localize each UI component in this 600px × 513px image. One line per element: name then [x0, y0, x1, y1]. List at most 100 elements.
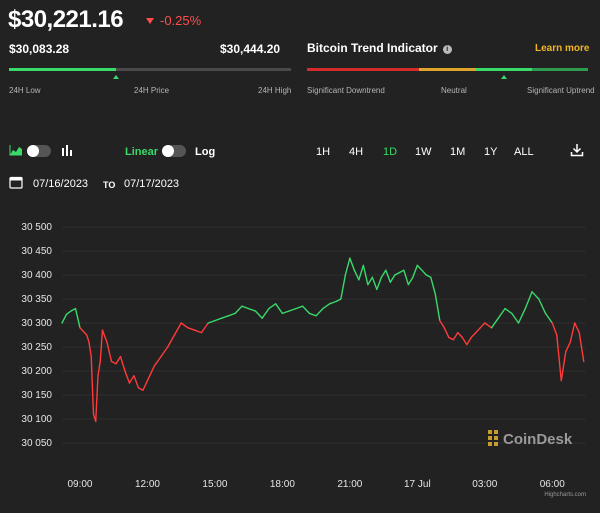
series-segment [74, 307, 79, 319]
series-segment [110, 360, 117, 365]
timeframe-1w[interactable]: 1W [415, 146, 432, 158]
linear-scale-label[interactable]: Linear [125, 146, 158, 158]
down-arrow-icon [146, 18, 154, 24]
price-chart[interactable]: 30 500 30 450 30 400 30 350 30 300 30 250 30 2… [0, 210, 600, 513]
x-tick-label: 09:00 [67, 479, 92, 490]
series-segment [412, 264, 419, 279]
series-segment [70, 307, 77, 312]
y-tick-label: 30 050 [21, 438, 52, 449]
trend-segment-neutral [419, 68, 476, 71]
date-to[interactable]: 07/17/2023 [124, 178, 179, 190]
trend-segment-downtrend [307, 68, 419, 71]
series-segment [349, 257, 356, 271]
range-price-marker [113, 75, 120, 79]
y-tick-label: 30 450 [21, 246, 52, 257]
series-segment [560, 351, 567, 382]
y-tick-label: 30 500 [21, 222, 52, 233]
trend-level-marker [500, 75, 507, 79]
x-tick-label: 18:00 [270, 479, 295, 490]
trend-indicator-title-text: Bitcoin Trend Indicator [307, 41, 438, 55]
series-segment [200, 322, 209, 334]
series-segment [308, 312, 317, 317]
series-segment [101, 329, 108, 343]
series-segment [443, 327, 450, 339]
series-segment [367, 276, 374, 286]
price-series [61, 257, 585, 423]
trend-right-label: Significant Uptrend [527, 86, 595, 95]
series-segment [569, 322, 576, 343]
series-segment [407, 276, 414, 286]
highcharts-credit[interactable]: Highcharts.com [544, 492, 586, 498]
series-segment [88, 341, 92, 358]
series-segment [119, 355, 126, 372]
series-segment [430, 276, 437, 295]
trend-left-label: Significant Downtrend [307, 86, 385, 95]
series-segment [371, 276, 378, 291]
series-segment [416, 264, 423, 271]
range-low-label: 24H Low [9, 86, 41, 95]
gridlines [62, 226, 586, 444]
x-tick-label: 03:00 [472, 479, 497, 490]
series-segment [106, 341, 113, 363]
series-segment [288, 307, 297, 312]
chart-type-toggle[interactable] [27, 145, 51, 157]
timeframe-1m[interactable]: 1M [450, 146, 465, 158]
series-segment [452, 331, 459, 341]
series-segment [227, 312, 236, 317]
series-segment [166, 334, 176, 348]
x-axis-ticks: 09:00 12:00 15:00 18:00 21:00 17 Jul 03:00 06:0… [67, 479, 565, 490]
date-from[interactable]: 07/16/2023 [33, 178, 88, 190]
timeframe-1d[interactable]: 1D [383, 146, 397, 158]
series-segment [538, 298, 547, 315]
series-segment [479, 322, 486, 329]
series-segment [220, 315, 230, 319]
series-segment [475, 327, 482, 334]
log-scale-label[interactable]: Log [195, 146, 215, 158]
series-segment [466, 336, 473, 346]
bar-chart-icon[interactable] [61, 143, 73, 161]
series-segment [234, 305, 243, 315]
trend-mid-label: Neutral [441, 86, 467, 95]
y-tick-label: 30 350 [21, 294, 52, 305]
series-segment [193, 329, 203, 334]
series-segment [274, 303, 284, 315]
series-segment [403, 269, 410, 286]
range-high-value: $30,444.20 [220, 42, 281, 56]
timeframe-1h[interactable]: 1H [316, 146, 330, 158]
series-segment [398, 269, 405, 274]
series-segment [133, 375, 140, 389]
series-segment [99, 329, 104, 363]
coindesk-brand: CoinDesk [503, 431, 573, 448]
download-icon[interactable] [570, 143, 584, 162]
series-segment [146, 365, 155, 382]
series-segment [497, 307, 506, 319]
series-segment [344, 257, 351, 276]
series-segment [268, 303, 277, 310]
y-axis-ticks: 30 500 30 450 30 400 30 350 30 300 30 250 30 2… [21, 222, 52, 449]
series-segment [551, 322, 558, 336]
series-segment [315, 307, 324, 317]
y-tick-label: 30 150 [21, 390, 52, 401]
timeframe-4h[interactable]: 4H [349, 146, 363, 158]
series-segment [461, 336, 468, 346]
x-tick-label: 17 Jul [404, 479, 431, 490]
scale-toggle[interactable] [162, 145, 186, 157]
series-segment [187, 327, 196, 331]
info-icon[interactable]: i [442, 45, 452, 54]
x-tick-label: 12:00 [135, 479, 160, 490]
series-segment [137, 387, 144, 391]
y-tick-label: 30 300 [21, 318, 52, 329]
y-tick-label: 30 200 [21, 366, 52, 377]
series-segment [97, 360, 101, 377]
learn-more-link[interactable]: Learn more [535, 43, 589, 54]
calendar-icon[interactable] [9, 175, 23, 194]
timeframe-1y[interactable]: 1Y [484, 146, 497, 158]
series-segment [128, 375, 135, 384]
area-chart-icon[interactable] [9, 143, 23, 161]
timeframe-all[interactable]: ALL [514, 146, 534, 158]
series-segment [247, 307, 257, 312]
series-segment [340, 274, 347, 300]
date-to-label: TO [103, 180, 116, 190]
series-segment [556, 334, 562, 382]
series-segment [115, 355, 122, 365]
